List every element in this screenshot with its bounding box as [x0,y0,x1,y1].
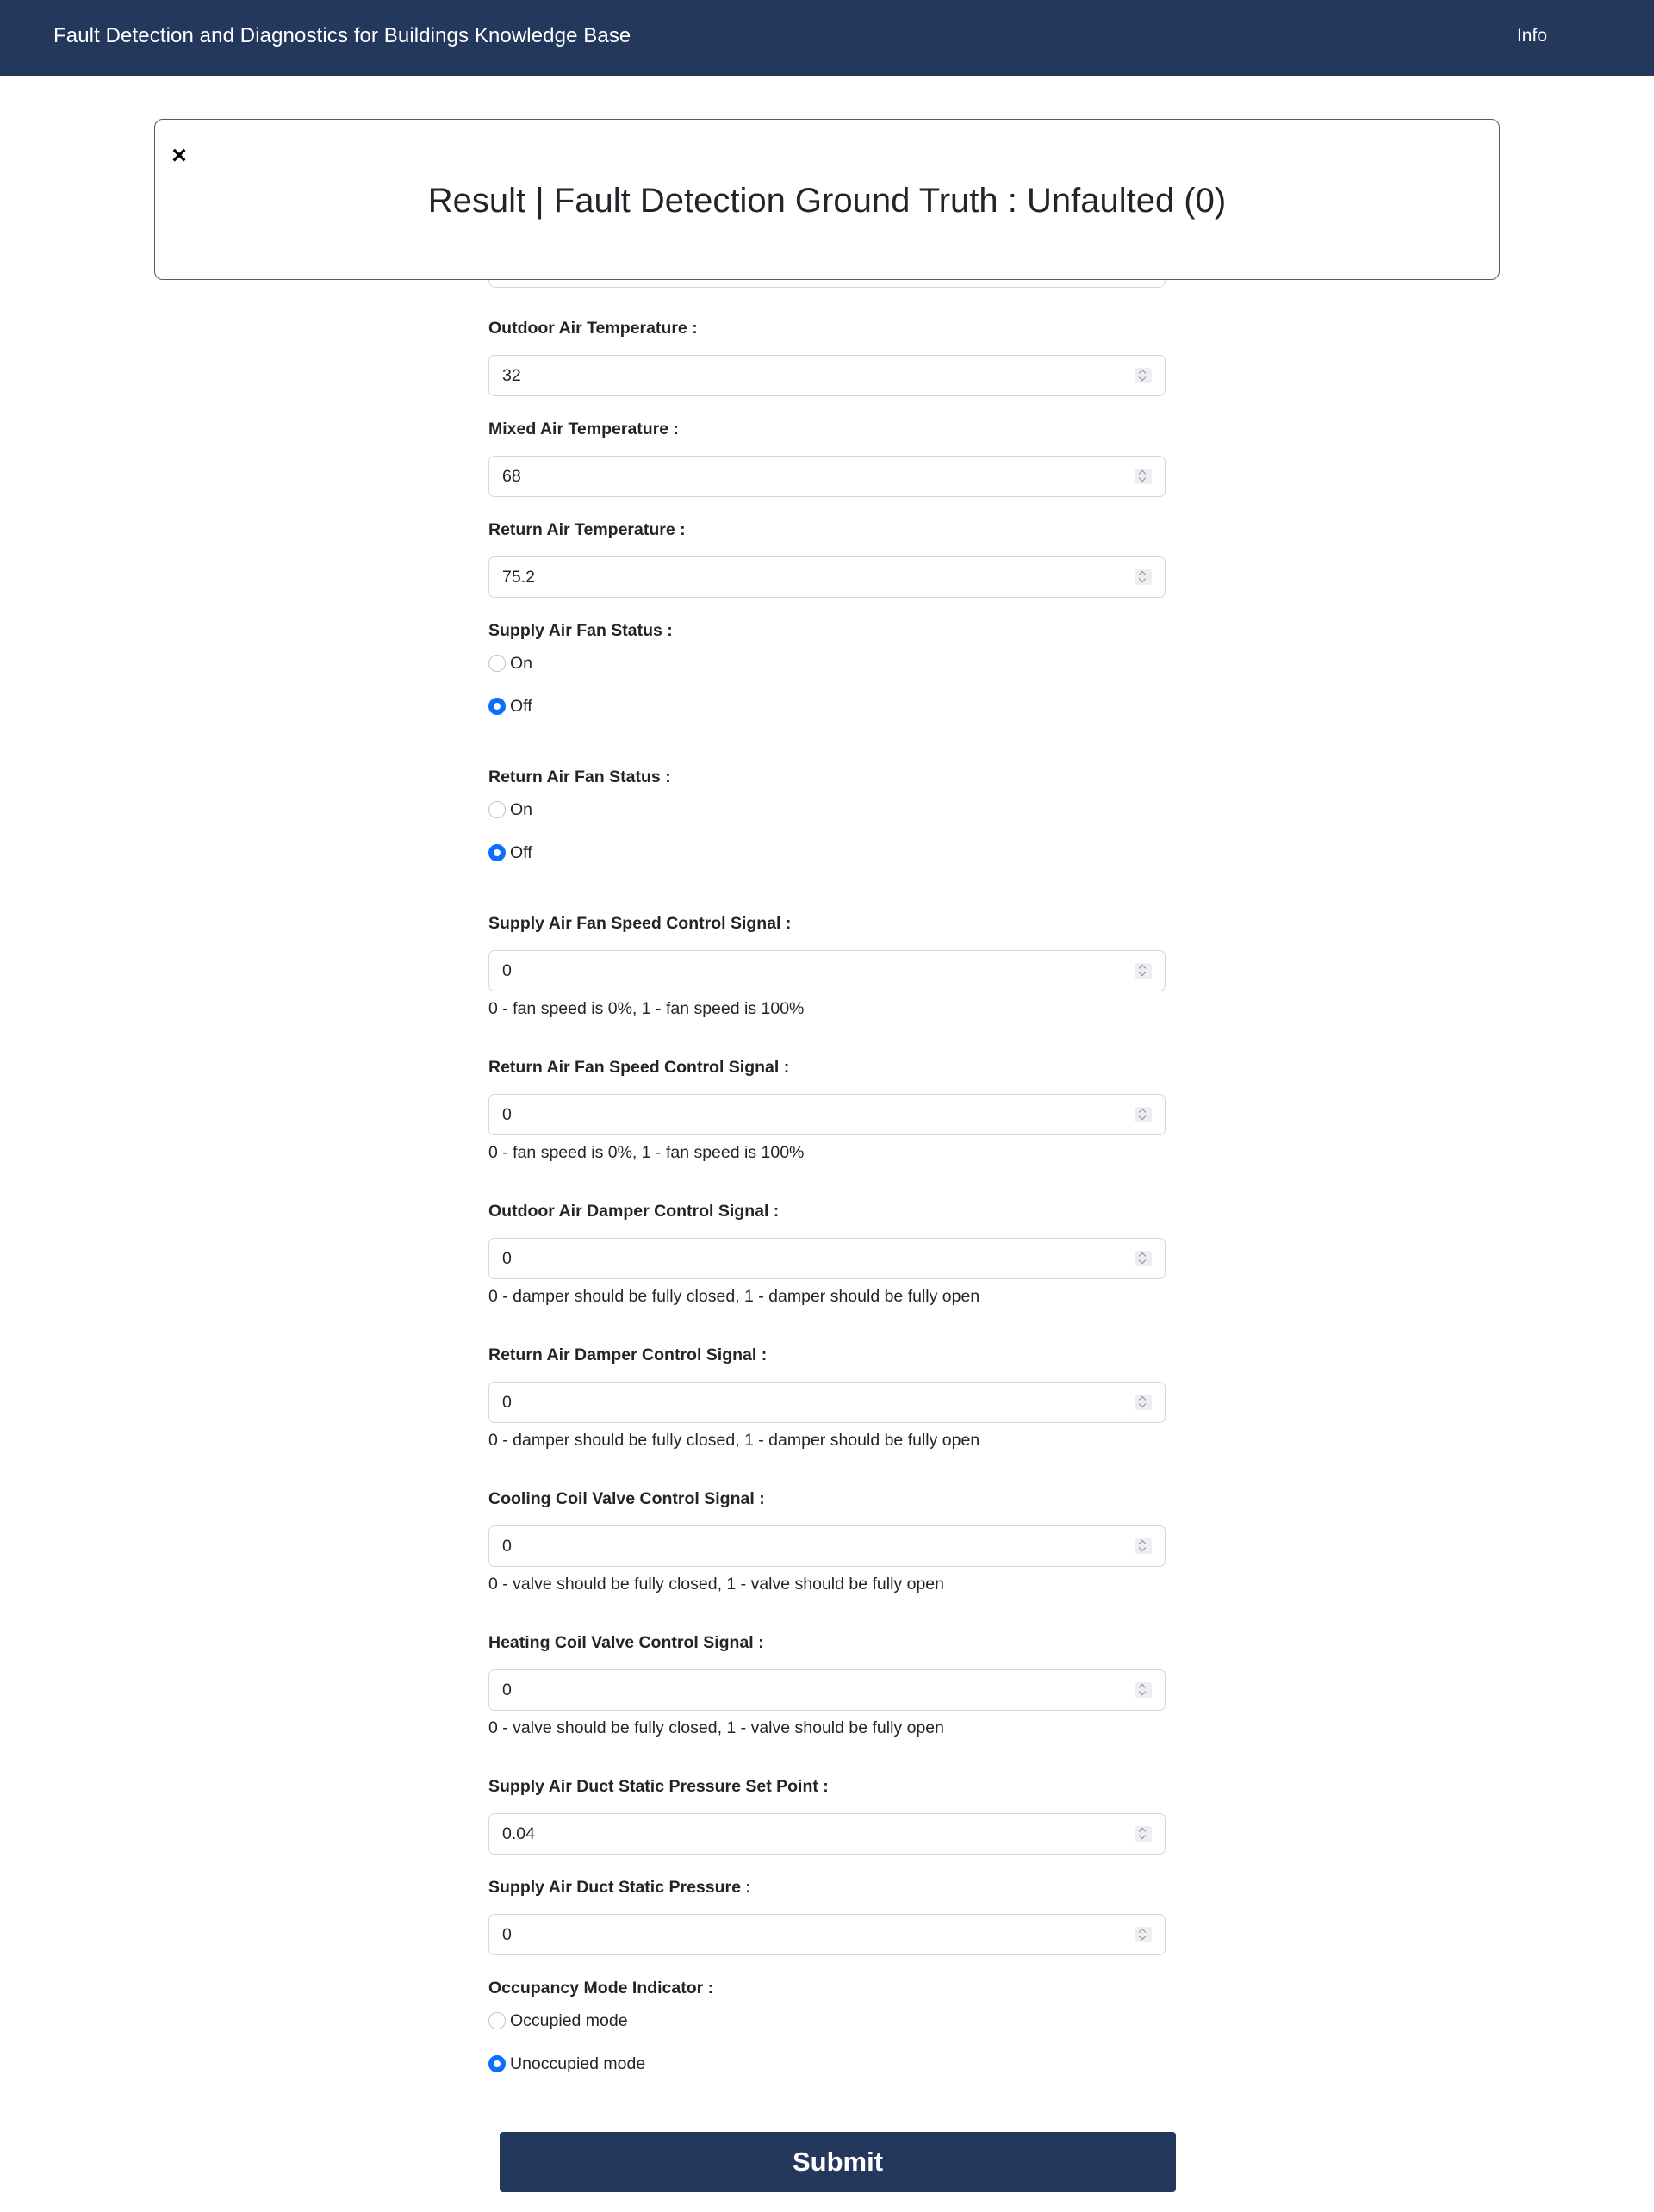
number-spinner-icon[interactable] [1135,963,1152,979]
heating-valve-group: Heating Coil Valve Control Signal : 0 0 … [488,1630,1166,1740]
number-spinner-icon[interactable] [1135,469,1152,484]
supply-fan-speed-input[interactable]: 0 [488,950,1166,991]
static-pressure-input[interactable]: 0 [488,1914,1166,1955]
supply-fan-on-option[interactable]: On [488,650,1166,676]
return-fan-speed-value: 0 [502,1105,512,1124]
return-damper-label: Return Air Damper Control Signal : [488,1345,768,1364]
return-air-temp-label: Return Air Temperature : [488,520,686,539]
info-link[interactable]: Info [1517,0,1547,72]
radio-label: Off [510,842,532,862]
unoccupied-mode-option[interactable]: Unoccupied mode [488,2051,1166,2077]
outdoor-air-temp-value: 32 [502,366,521,385]
supply-fan-speed-group: Supply Air Fan Speed Control Signal : 0 … [488,910,1166,1021]
number-spinner-icon[interactable] [1135,1682,1152,1698]
radio-button-unchecked[interactable] [488,2012,506,2029]
top-navbar: Fault Detection and Diagnostics for Buil… [0,0,1654,76]
mixed-air-temp-label: Mixed Air Temperature : [488,419,680,438]
return-damper-help: 0 - damper should be fully closed, 1 - d… [488,1431,980,1450]
occupancy-mode-group: Occupancy Mode Indicator : Occupied mode… [488,1975,1166,2077]
static-pressure-group: Supply Air Duct Static Pressure : 0 [488,1874,1166,1955]
heating-valve-help: 0 - valve should be fully closed, 1 - va… [488,1718,944,1737]
radio-label: On [510,653,533,673]
number-spinner-icon[interactable] [1135,1395,1152,1410]
static-pressure-label: Supply Air Duct Static Pressure : [488,1878,751,1897]
supply-fan-speed-value: 0 [502,961,512,980]
supply-fan-speed-label: Supply Air Fan Speed Control Signal : [488,914,792,933]
static-pressure-setpoint-value: 0.04 [502,1824,535,1843]
outdoor-damper-value: 0 [502,1249,512,1268]
submit-button[interactable]: Submit [500,2132,1176,2192]
outdoor-air-temp-label: Outdoor Air Temperature : [488,319,698,338]
static-pressure-setpoint-group: Supply Air Duct Static Pressure Set Poin… [488,1774,1166,1855]
result-modal: × Result | Fault Detection Ground Truth … [154,119,1500,280]
navbar-brand[interactable]: Fault Detection and Diagnostics for Buil… [53,0,631,72]
return-fan-speed-input[interactable]: 0 [488,1094,1166,1135]
radio-label: Unoccupied mode [510,2054,646,2073]
radio-button-checked[interactable] [488,698,506,715]
radio-button-checked[interactable] [488,844,506,861]
radio-label: On [510,799,533,819]
return-air-temp-value: 75.2 [502,568,535,587]
radio-label: Off [510,696,532,716]
static-pressure-setpoint-label: Supply Air Duct Static Pressure Set Poin… [488,1777,829,1796]
cooling-valve-help: 0 - valve should be fully closed, 1 - va… [488,1575,944,1594]
supply-fan-off-option[interactable]: Off [488,693,1166,719]
return-damper-input[interactable]: 0 [488,1382,1166,1423]
radio-button-checked[interactable] [488,2055,506,2072]
mixed-air-temp-value: 68 [502,467,521,486]
supply-fan-status-label: Supply Air Fan Status : [488,621,673,640]
outdoor-air-temp-group: Outdoor Air Temperature : 32 [488,315,1166,396]
outdoor-damper-input[interactable]: 0 [488,1238,1166,1279]
supply-fan-speed-help: 0 - fan speed is 0%, 1 - fan speed is 10… [488,999,805,1018]
static-pressure-setpoint-input[interactable]: 0.04 [488,1813,1166,1855]
cooling-valve-value: 0 [502,1537,512,1556]
number-spinner-icon[interactable] [1135,1538,1152,1554]
outdoor-damper-group: Outdoor Air Damper Control Signal : 0 0 … [488,1198,1166,1308]
number-spinner-icon[interactable] [1135,1107,1152,1122]
radio-button-unchecked[interactable] [488,801,506,818]
return-fan-status-group: Return Air Fan Status : On Off [488,764,1166,866]
close-icon[interactable]: × [167,143,191,169]
return-fan-status-label: Return Air Fan Status : [488,767,671,786]
return-damper-value: 0 [502,1393,512,1412]
number-spinner-icon[interactable] [1135,368,1152,383]
supply-fan-status-group: Supply Air Fan Status : On Off [488,618,1166,719]
return-damper-group: Return Air Damper Control Signal : 0 0 -… [488,1342,1166,1452]
heating-valve-label: Heating Coil Valve Control Signal : [488,1633,764,1652]
outdoor-damper-label: Outdoor Air Damper Control Signal : [488,1202,780,1221]
outdoor-damper-help: 0 - damper should be fully closed, 1 - d… [488,1287,980,1306]
heating-valve-value: 0 [502,1681,512,1699]
occupancy-mode-label: Occupancy Mode Indicator : [488,1979,714,1998]
cooling-valve-input[interactable]: 0 [488,1525,1166,1567]
heating-valve-input[interactable]: 0 [488,1669,1166,1711]
cooling-valve-label: Cooling Coil Valve Control Signal : [488,1489,765,1508]
cooling-valve-group: Cooling Coil Valve Control Signal : 0 0 … [488,1486,1166,1596]
occupied-mode-option[interactable]: Occupied mode [488,2008,1166,2034]
result-title: Result | Fault Detection Ground Truth : … [427,182,1227,220]
mixed-air-temp-group: Mixed Air Temperature : 68 [488,416,1166,497]
number-spinner-icon[interactable] [1135,1251,1152,1266]
mixed-air-temp-input[interactable]: 68 [488,456,1166,497]
number-spinner-icon[interactable] [1135,1927,1152,1942]
return-air-temp-input[interactable]: 75.2 [488,556,1166,598]
return-fan-speed-group: Return Air Fan Speed Control Signal : 0 … [488,1054,1166,1165]
return-fan-speed-label: Return Air Fan Speed Control Signal : [488,1058,790,1077]
radio-button-unchecked[interactable] [488,655,506,672]
number-spinner-icon[interactable] [1135,1826,1152,1842]
return-fan-speed-help: 0 - fan speed is 0%, 1 - fan speed is 10… [488,1143,805,1162]
return-fan-off-option[interactable]: Off [488,840,1166,866]
number-spinner-icon[interactable] [1135,569,1152,585]
return-air-temp-group: Return Air Temperature : 75.2 [488,517,1166,598]
radio-label: Occupied mode [510,2010,628,2030]
static-pressure-value: 0 [502,1925,512,1944]
outdoor-air-temp-input[interactable]: 32 [488,355,1166,396]
return-fan-on-option[interactable]: On [488,797,1166,823]
